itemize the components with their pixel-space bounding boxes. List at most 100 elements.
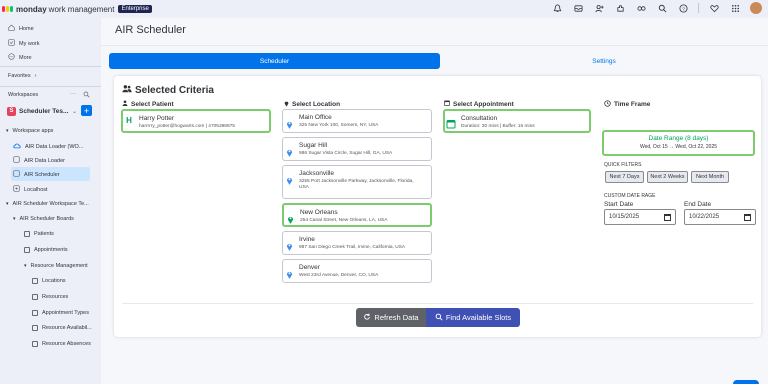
my-work-icon (8, 39, 15, 48)
sidebar-item-label: Resource Absences (42, 341, 91, 347)
board-item[interactable]: Appointment Types (32, 310, 89, 316)
add-workspace-item-button[interactable]: + (81, 105, 92, 116)
chevron-down-icon: ⌄ (71, 108, 77, 115)
sidebar-item-app[interactable]: AIR Data Loader (WO... (13, 142, 83, 151)
sidebar-item-my-work[interactable]: My work (8, 39, 39, 48)
location-option[interactable]: Sugar Hill 986 Sugar Vista Circle, Sugar… (282, 137, 432, 161)
location-address: 986 Sugar Vista Circle, Sugar Hill, GA, … (299, 151, 393, 156)
board-item[interactable]: Resources (32, 294, 68, 300)
board-item[interactable]: Patients (24, 231, 54, 237)
workspace-apps-section[interactable]: ▾ Workspace apps (6, 128, 53, 134)
next-month-button[interactable]: Next Month (691, 171, 729, 183)
calendar-icon[interactable] (744, 214, 751, 221)
grid-icon[interactable] (729, 2, 741, 14)
board-item[interactable]: Resource Absences (32, 341, 91, 347)
date-range-summary: Date Range (8 days) Wed, Oct 15 → Wed, O… (602, 130, 755, 156)
help-icon[interactable]: ? (677, 2, 689, 14)
location-name: Main Office (299, 114, 332, 121)
patient-option[interactable]: H Harry Potter harrrrry_potter@hogwarts.… (121, 109, 271, 133)
workspace-apps-label: Workspace apps (12, 128, 54, 134)
heart-icon[interactable] (708, 2, 720, 14)
location-address: West 23rd Avenue, Denver, CO, USA (299, 273, 379, 278)
location-option-selected[interactable]: New Orleans 254 Canal Street, New Orlean… (282, 203, 432, 227)
monday-logo[interactable]: monday work management (2, 5, 114, 14)
location-address: 987 San Diego Creek Trail, Irvine, Calif… (299, 245, 406, 250)
inbox-icon[interactable] (572, 2, 584, 14)
workspace-tree-item[interactable]: ▾ AIR Scheduler Workspace Te... (6, 201, 89, 207)
end-date-label: End Date (684, 201, 712, 208)
timeframe-heading: Time Frame (604, 100, 650, 109)
integrations-icon[interactable] (635, 2, 647, 14)
criteria-title: Selected Criteria (122, 84, 214, 96)
location-pin-icon (286, 144, 293, 162)
home-icon (8, 24, 15, 33)
avatar[interactable] (750, 2, 762, 14)
location-option[interactable]: Main Office 325 New York 100, Somers, NY… (282, 109, 432, 133)
sidebar-item-home[interactable]: Home (8, 24, 34, 33)
sidebar-item-label: Resource Availabil... (42, 325, 92, 331)
users-icon (122, 84, 132, 96)
workspace-selector[interactable]: S Scheduler Tes... ⌄ (7, 105, 77, 117)
help-fab-button[interactable] (733, 380, 759, 384)
location-option[interactable]: Jacksonville 3255 Port Jacksonville Park… (282, 165, 432, 199)
location-heading-label: Select Location (292, 101, 341, 108)
location-pin-icon (286, 172, 293, 190)
divider (698, 3, 699, 13)
calendar-icon[interactable] (664, 214, 671, 221)
apps-icon[interactable] (614, 2, 626, 14)
sidebar-favorites[interactable]: Favorites › (8, 73, 36, 79)
folder-item[interactable]: ▾ Resource Management (24, 263, 88, 269)
location-option[interactable]: Irvine 987 San Diego Creek Trail, Irvine… (282, 231, 432, 255)
next-2-weeks-button[interactable]: Next 2 Weeks (647, 171, 688, 183)
tab-settings[interactable]: Settings (440, 53, 768, 69)
sidebar-item-app[interactable]: AIR Data Loader (13, 156, 65, 165)
board-item[interactable]: Appointments (24, 247, 68, 253)
sidebar-item-app[interactable]: Localhost (13, 185, 48, 194)
board-icon (32, 294, 38, 300)
caret-down-icon: ▾ (13, 216, 16, 222)
location-pin-icon (286, 266, 293, 284)
custom-range-label: CUSTOM DATE RAGE (604, 193, 656, 199)
caret-down-icon: ▾ (6, 201, 9, 207)
appointment-heading-label: Select Appointment (453, 100, 514, 108)
more-options-icon[interactable]: ··· (70, 91, 76, 97)
sidebar-item-air-scheduler[interactable]: AIR Scheduler (13, 170, 59, 179)
sidebar-item-label: Appointments (34, 247, 68, 253)
sidebar-item-label: AIR Scheduler (24, 171, 60, 178)
sidebar-item-more[interactable]: More (8, 53, 32, 62)
patient-heading-label: Select Patient (131, 100, 174, 108)
board-icon (32, 341, 38, 347)
quick-filters-label: QUICK FILTERS (604, 162, 642, 168)
find-available-slots-button[interactable]: Find Available Slots (426, 308, 520, 327)
app-icon (13, 156, 20, 165)
sidebar: Home My work More Favorites › Workspaces… (0, 18, 101, 384)
location-option[interactable]: Denver West 23rd Avenue, Denver, CO, USA (282, 259, 432, 283)
invite-icon[interactable] (593, 2, 605, 14)
board-icon (24, 231, 30, 237)
next-7-days-button[interactable]: Next 7 Days (605, 171, 644, 183)
app-icon (13, 170, 20, 179)
patient-name: Harry Potter (139, 115, 175, 122)
end-date-input[interactable]: 10/22/2025 (684, 209, 756, 225)
refresh-icon (363, 313, 371, 323)
favorites-label: Favorites (8, 73, 31, 79)
bell-icon[interactable] (551, 2, 563, 14)
workspace-name: Scheduler Tes... (19, 107, 69, 115)
location-name: Sugar Hill (299, 142, 328, 149)
start-date-input[interactable]: 10/15/2025 (604, 209, 676, 225)
board-item[interactable]: Locations (32, 278, 66, 284)
location-pin-icon (286, 116, 293, 134)
tab-scheduler[interactable]: Scheduler (109, 53, 440, 69)
search-icon[interactable] (83, 91, 90, 100)
refresh-data-button[interactable]: Refresh Data (356, 308, 426, 327)
appointment-option[interactable]: Consultation Duration: 30 mins | Buffer:… (443, 109, 591, 133)
app-icon (13, 185, 20, 194)
top-bar: monday work management Enterprise ? (0, 0, 768, 18)
search-icon[interactable] (656, 2, 668, 14)
location-pin-icon (287, 211, 294, 229)
board-item[interactable]: Resource Availabil... (32, 325, 92, 331)
main-content: AIR Scheduler Scheduler Settings Selecte… (101, 18, 768, 384)
board-icon (32, 310, 38, 316)
caret-down-icon: ▾ (6, 128, 9, 134)
folder-item[interactable]: ▾ AIR Scheduler Boards (13, 216, 74, 222)
